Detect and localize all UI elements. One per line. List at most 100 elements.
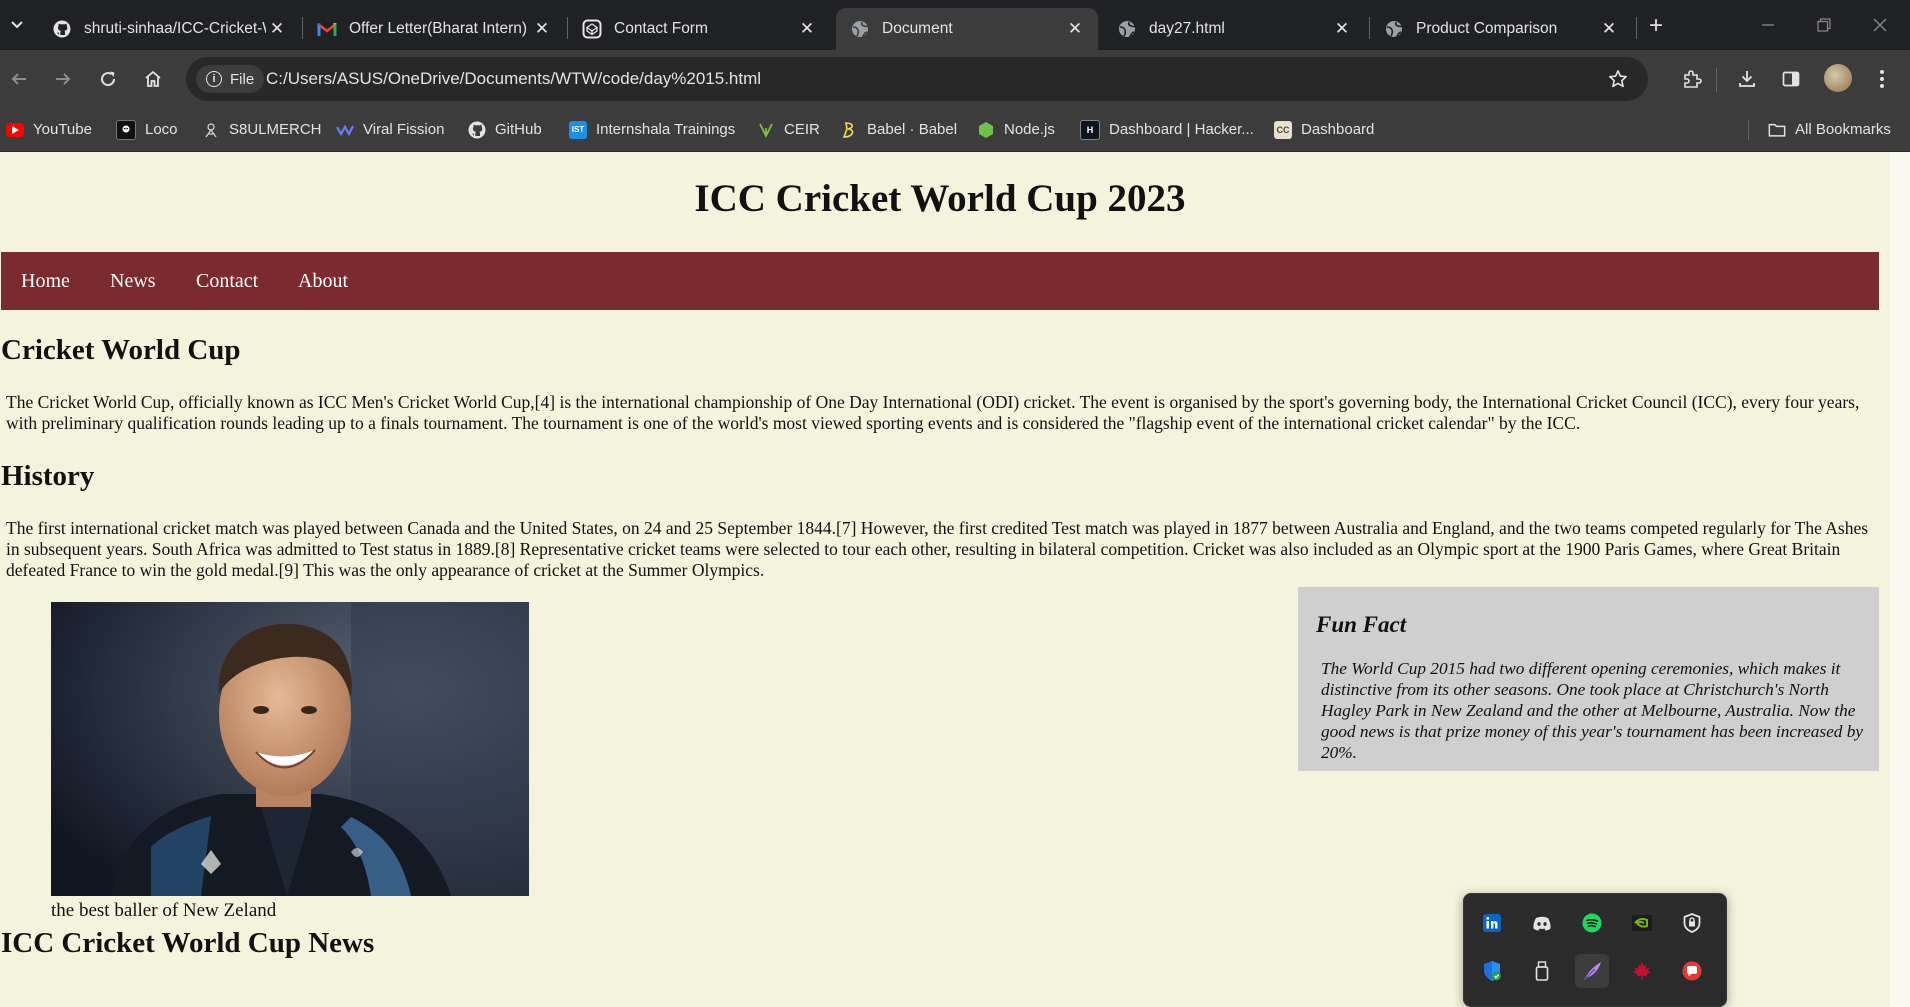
system-tray-overflow — [1463, 893, 1727, 1007]
ceir-icon — [757, 121, 775, 139]
spotify-icon[interactable] — [1575, 906, 1609, 940]
tab-title: day27.html — [1149, 20, 1225, 37]
tab-product-comparison[interactable]: Product Comparison ✕ — [1370, 8, 1632, 50]
tab-title: shruti-sinhaa/ICC-Cricket-W — [84, 20, 266, 37]
tab-strip: shruti-sinhaa/ICC-Cricket-W ✕ Offer Lett… — [0, 0, 1910, 50]
fun-fact-box: Fun Fact The World Cup 2015 had two diff… — [1298, 587, 1879, 771]
bookmark-s8ulmerch[interactable]: S8ULMERCH — [202, 108, 322, 151]
address-bar[interactable]: i File C:/Users/ASUS/OneDrive/Documents/… — [186, 57, 1648, 101]
bookmarks-bar: YouTube Loco S8ULMERCH Viral Fission Git… — [0, 108, 1910, 152]
all-bookmarks-button[interactable]: All Bookmarks — [1768, 108, 1891, 151]
chat-app-icon[interactable] — [1675, 954, 1709, 988]
nav-link-contact[interactable]: Contact — [196, 252, 258, 310]
restore-button[interactable] — [1802, 8, 1846, 42]
bookmark-nodejs[interactable]: Node.js — [977, 108, 1055, 151]
nav-link-about[interactable]: About — [298, 252, 348, 310]
site-navbar: Home News Contact About — [1, 252, 1879, 310]
close-icon[interactable]: ✕ — [1064, 18, 1086, 40]
url-text[interactable]: C:/Users/ASUS/OneDrive/Documents/WTW/cod… — [266, 57, 761, 101]
bookmark-loco[interactable]: Loco — [116, 108, 178, 151]
bookmark-label: Dashboard | Hacker... — [1109, 121, 1254, 138]
browser-toolbar: i File C:/Users/ASUS/OneDrive/Documents/… — [0, 50, 1910, 108]
tab-document[interactable]: Document ✕ — [836, 8, 1098, 50]
plus-icon: + — [1648, 12, 1663, 39]
discord-icon[interactable] — [1525, 906, 1559, 940]
downloads-button[interactable] — [1732, 64, 1762, 94]
side-panel-icon — [1782, 71, 1800, 87]
github-icon — [468, 121, 486, 139]
nav-link-news[interactable]: News — [110, 252, 156, 310]
section-paragraph-history: The first international cricket match wa… — [6, 518, 1869, 580]
forward-button[interactable] — [48, 64, 78, 94]
close-icon[interactable]: ✕ — [266, 18, 288, 40]
bookmark-hackerrank[interactable]: H Dashboard | Hacker... — [1080, 108, 1254, 151]
arrow-right-icon — [56, 73, 71, 85]
section-heading-history: History — [1, 460, 95, 492]
tab-contact-form[interactable]: Contact Form ✕ — [568, 8, 830, 50]
nodejs-icon — [977, 121, 995, 139]
linkedin-icon[interactable] — [1475, 906, 1509, 940]
bookmark-youtube[interactable]: YouTube — [6, 108, 92, 151]
bookmark-babel[interactable]: Babel · Babel — [840, 108, 957, 151]
page-title: ICC Cricket World Cup 2023 — [694, 177, 1186, 220]
feather-pen-icon[interactable] — [1575, 954, 1609, 988]
section-paragraph-intro: The Cricket World Cup, officially known … — [6, 392, 1860, 433]
menu-button[interactable] — [1867, 64, 1897, 94]
section-heading-cricket-world-cup: Cricket World Cup — [1, 334, 241, 366]
babel-icon — [840, 121, 858, 139]
site-info-chip[interactable]: i File — [196, 65, 265, 93]
minimize-button[interactable] — [1746, 8, 1790, 42]
bookmark-label: S8ULMERCH — [229, 121, 322, 138]
bookmark-star-button[interactable] — [1606, 67, 1630, 91]
tab-title: Contact Form — [614, 20, 708, 37]
bookmark-label: Babel · Babel — [867, 121, 958, 138]
viral-fission-icon — [336, 121, 354, 139]
reload-button[interactable] — [93, 64, 123, 94]
tab-search-button[interactable] — [4, 10, 30, 40]
close-icon[interactable]: ✕ — [1331, 18, 1353, 40]
bookmark-ceir[interactable]: CEIR — [757, 108, 820, 151]
back-button[interactable] — [4, 64, 34, 94]
security-shield-icon[interactable] — [1675, 906, 1709, 940]
github-icon — [52, 19, 72, 39]
download-icon — [1739, 71, 1755, 87]
tab-day27[interactable]: day27.html ✕ — [1103, 8, 1365, 50]
puzzle-icon — [1684, 70, 1702, 88]
reload-icon — [101, 71, 116, 87]
chevron-down-icon — [11, 21, 23, 29]
tab-gmail[interactable]: Offer Letter(Bharat Intern) | ✕ — [303, 8, 565, 50]
nav-link-home[interactable]: Home — [21, 252, 70, 310]
fun-fact-title: Fun Fact — [1316, 612, 1407, 637]
profile-avatar[interactable] — [1824, 64, 1852, 92]
close-window-button[interactable] — [1858, 8, 1902, 42]
bookmark-internshala[interactable]: IST Internshala Trainings — [569, 108, 735, 151]
bookmark-dashboard[interactable]: CC Dashboard — [1274, 108, 1374, 151]
site-info-label: File — [230, 70, 255, 88]
maple-leaf-icon[interactable] — [1625, 954, 1659, 988]
bookmark-github[interactable]: GitHub — [468, 108, 542, 151]
new-tab-button[interactable]: + — [1642, 12, 1670, 40]
all-bookmarks-label: All Bookmarks — [1795, 121, 1891, 138]
tab-github[interactable]: shruti-sinhaa/ICC-Cricket-W ✕ — [38, 8, 300, 50]
home-button[interactable] — [138, 64, 168, 94]
bookmark-viral-fission[interactable]: Viral Fission — [336, 108, 444, 151]
usb-drive-icon[interactable] — [1525, 954, 1559, 988]
close-icon[interactable]: ✕ — [1598, 18, 1620, 40]
close-icon[interactable]: ✕ — [531, 18, 553, 40]
codepen-icon — [582, 19, 602, 39]
scrollbar-track[interactable] — [1890, 152, 1910, 1007]
codechef-icon: CC — [1274, 120, 1292, 139]
player-photo — [51, 602, 529, 896]
extensions-button[interactable] — [1677, 64, 1707, 94]
close-icon[interactable]: ✕ — [796, 18, 818, 40]
globe-icon — [850, 19, 870, 39]
windows-security-icon[interactable] — [1475, 954, 1509, 988]
nvidia-icon[interactable] — [1625, 906, 1659, 940]
image-caption: the best baller of New Zeland — [51, 900, 277, 921]
side-panel-button[interactable] — [1776, 64, 1806, 94]
hackerrank-icon: H — [1080, 119, 1100, 140]
web-page: ICC Cricket World Cup 2023 Home News Con… — [0, 152, 1910, 1007]
gmail-icon — [317, 19, 337, 39]
arrow-left-icon — [11, 73, 26, 85]
globe-icon — [1384, 19, 1404, 39]
